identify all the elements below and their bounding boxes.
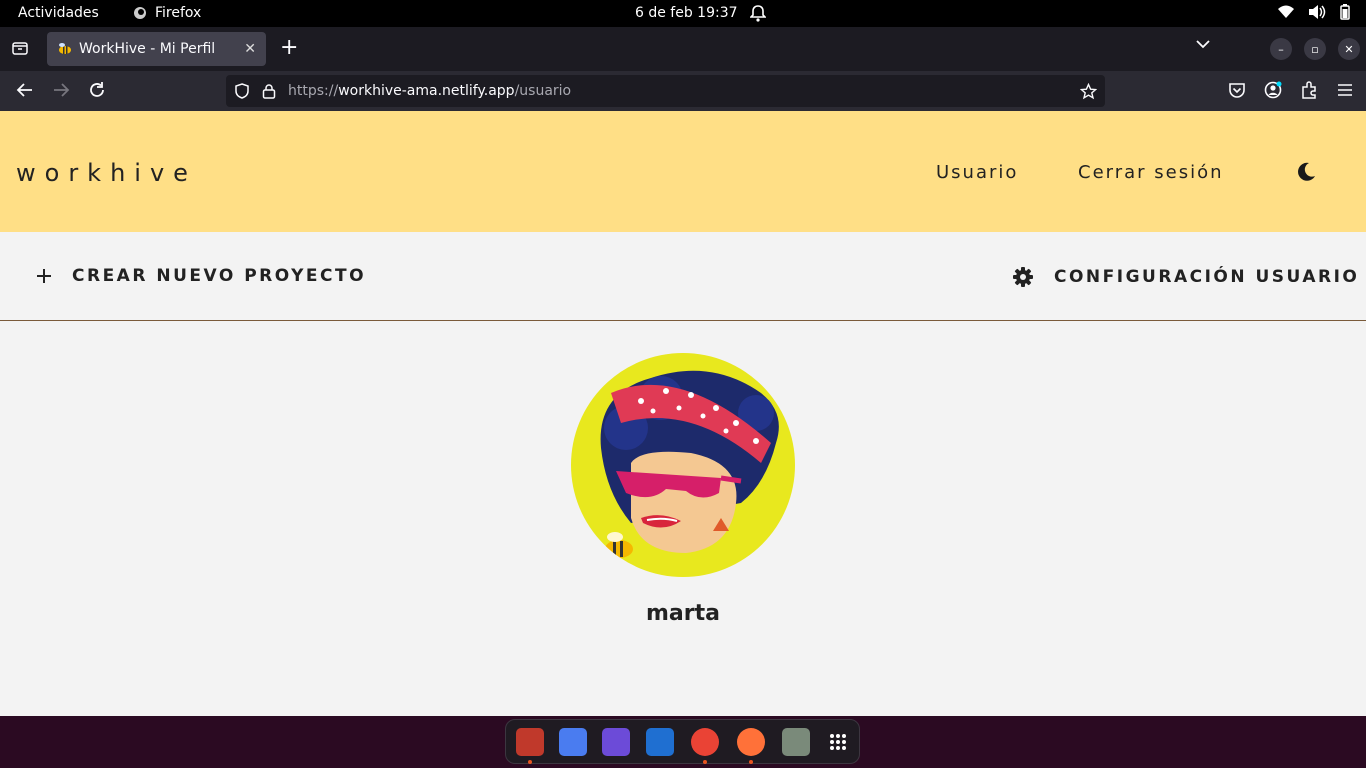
dock (505, 719, 860, 764)
system-tray[interactable] (1278, 4, 1350, 20)
nav-link-usuario[interactable]: Usuario (936, 162, 1018, 183)
vscode-app-icon[interactable] (646, 728, 674, 756)
tab-strip: WorkHive - Mi Perfil ✕ + – ▫ ✕ (0, 27, 1366, 71)
url-text[interactable]: https://workhive-ama.netlify.app/usuario (288, 83, 571, 99)
app-menu[interactable]: Firefox (133, 5, 201, 21)
pocket-icon[interactable] (1228, 81, 1246, 99)
nav-link-cerrar-sesion[interactable]: Cerrar sesión (1078, 162, 1224, 183)
url-host: workhive-ama.netlify.app (338, 83, 515, 99)
notification-bell-icon (750, 5, 766, 22)
running-indicator (528, 760, 532, 764)
user-settings-button[interactable]: CONFIGURACIÓN USUARIO (1012, 266, 1359, 288)
create-project-label: CREAR NUEVO PROYECTO (72, 266, 367, 286)
forward-arrow-icon[interactable] (52, 81, 70, 99)
shield-icon[interactable] (234, 83, 250, 99)
site-header: workhive Usuario Cerrar sesión (0, 111, 1366, 232)
firefox-icon (134, 7, 146, 19)
wifi-icon (1278, 5, 1294, 18)
bee-favicon-icon (59, 43, 71, 54)
site-logo[interactable]: workhive (16, 159, 197, 187)
tasks-app-icon[interactable] (559, 728, 587, 756)
close-window-button[interactable]: ✕ (1338, 38, 1360, 60)
tab-title: WorkHive - Mi Perfil (79, 41, 216, 57)
lock-icon[interactable] (262, 83, 276, 99)
obsidian-app-icon[interactable] (602, 728, 630, 756)
firefox-app-icon[interactable] (737, 728, 765, 756)
activities-button[interactable]: Actividades (18, 5, 99, 21)
navigation-toolbar: https://workhive-ama.netlify.app/usuario (0, 71, 1366, 111)
gear-icon (1012, 266, 1034, 288)
menu-hamburger-icon[interactable] (1336, 81, 1354, 99)
account-icon[interactable] (1264, 81, 1282, 99)
url-path: /usuario (514, 83, 572, 99)
clock[interactable]: 6 de feb 19:37 (635, 5, 738, 21)
bookmark-star-icon[interactable] (1080, 82, 1097, 100)
web-page: workhive Usuario Cerrar sesión CREAR NUE… (0, 111, 1366, 716)
app-name: Firefox (155, 5, 202, 21)
avatar-illustration (600, 370, 779, 558)
trash-app-icon[interactable] (782, 728, 810, 756)
new-tab-button[interactable]: + (280, 37, 298, 59)
maximize-window-button[interactable]: ▫ (1304, 38, 1326, 60)
avatar (571, 353, 795, 577)
chrome-app-icon[interactable] (691, 728, 719, 756)
extensions-icon[interactable] (1300, 81, 1318, 99)
toolbar-right (1228, 81, 1354, 99)
action-bar: CREAR NUEVO PROYECTO CONFIGURACIÓN USUAR… (0, 232, 1366, 321)
files-app-icon[interactable] (516, 728, 544, 756)
show-apps-grid-icon[interactable] (824, 728, 852, 756)
dark-mode-moon-icon[interactable] (1295, 161, 1317, 183)
firefox-view-icon[interactable] (12, 40, 28, 56)
minimize-window-button[interactable]: – (1270, 38, 1292, 60)
battery-icon (1340, 4, 1350, 20)
tab-close-icon[interactable]: ✕ (244, 41, 256, 57)
user-settings-label: CONFIGURACIÓN USUARIO (1054, 267, 1360, 287)
plus-icon (36, 268, 52, 284)
running-indicator (703, 760, 707, 764)
system-top-bar: Actividades Firefox 6 de feb 19:37 (0, 0, 1366, 27)
url-bar[interactable]: https://workhive-ama.netlify.app/usuario (226, 75, 1105, 107)
back-arrow-icon[interactable] (16, 81, 34, 99)
list-all-tabs-chevron-icon[interactable] (1196, 39, 1210, 49)
running-indicator (749, 760, 753, 764)
url-protocol: https:// (288, 83, 339, 99)
reload-icon[interactable] (88, 81, 106, 99)
create-project-button[interactable]: CREAR NUEVO PROYECTO (36, 266, 366, 286)
tab-active[interactable]: WorkHive - Mi Perfil ✕ (47, 32, 266, 66)
username: marta (646, 601, 720, 626)
volume-icon (1309, 5, 1326, 19)
